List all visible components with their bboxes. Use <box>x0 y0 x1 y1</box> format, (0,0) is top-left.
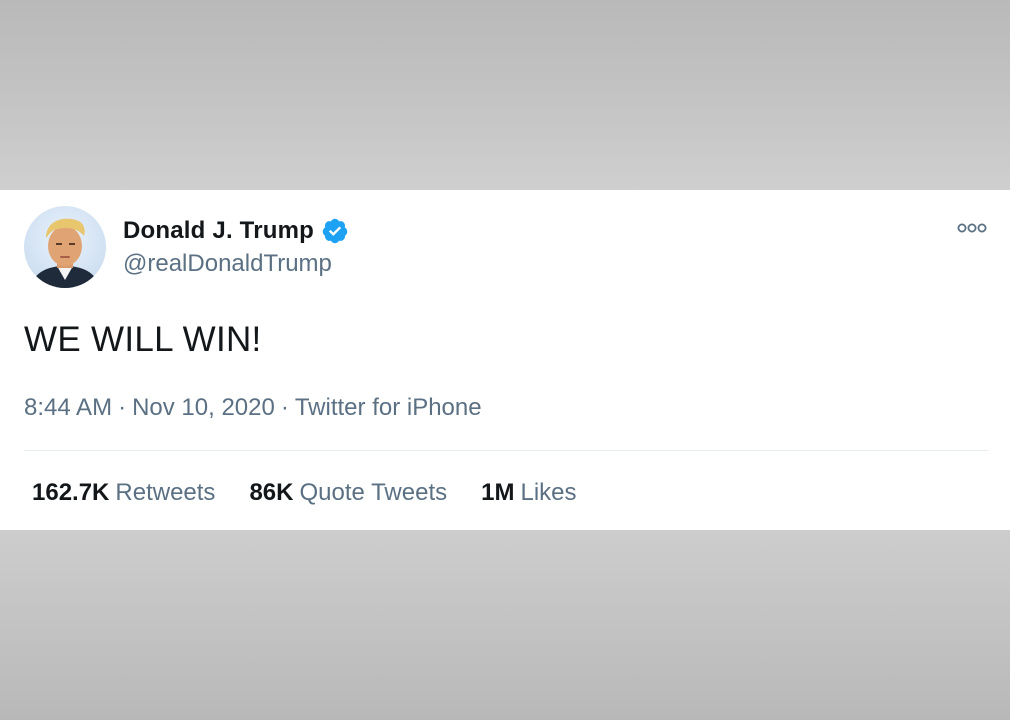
avatar[interactable] <box>24 206 106 288</box>
stat-label: Retweets <box>115 479 216 506</box>
tweet-text: WE WILL WIN! <box>24 320 262 359</box>
tweet-meta: 8:44 AM · Nov 10, 2020 · Twitter for iPhone <box>24 394 482 422</box>
divider <box>24 450 988 451</box>
quote-tweets-stat[interactable]: 86K Quote Tweets <box>249 479 447 507</box>
tweet-card: Donald J. Trump @realDonaldTrump WE WILL… <box>0 190 1010 530</box>
avatar-photo-icon <box>30 218 100 288</box>
stat-count: 86K <box>249 479 294 506</box>
author-handle[interactable]: @realDonaldTrump <box>123 250 332 278</box>
tweet-date[interactable]: Nov 10, 2020 <box>132 394 275 421</box>
stat-label: Likes <box>520 479 577 506</box>
more-options-icon[interactable] <box>956 220 988 236</box>
tweet-stats: 162.7K Retweets 86K Quote Tweets 1M Likes <box>32 479 611 507</box>
likes-stat[interactable]: 1M Likes <box>481 479 576 507</box>
stat-label: Quote Tweets <box>299 479 448 506</box>
meta-separator: · <box>118 394 127 421</box>
author-display-name[interactable]: Donald J. Trump <box>123 217 314 245</box>
author-name-row[interactable]: Donald J. Trump <box>123 216 349 246</box>
background-bottom <box>0 530 1010 720</box>
stat-count: 162.7K <box>32 479 110 506</box>
verified-badge-icon <box>321 217 349 245</box>
meta-separator: · <box>280 394 289 421</box>
stat-count: 1M <box>481 479 515 506</box>
retweets-stat[interactable]: 162.7K Retweets <box>32 479 215 507</box>
tweet-source-link[interactable]: Twitter for iPhone <box>295 394 482 421</box>
background-top <box>0 0 1010 190</box>
tweet-time[interactable]: 8:44 AM <box>24 394 112 421</box>
